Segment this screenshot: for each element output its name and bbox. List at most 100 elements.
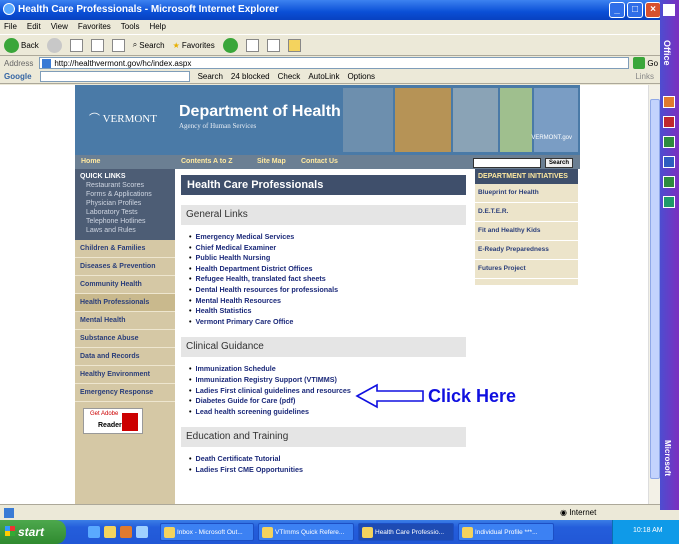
powerpoint-icon[interactable] (663, 96, 675, 108)
menu-tools[interactable]: Tools (121, 22, 140, 34)
mail-icon[interactable] (245, 38, 259, 52)
access-icon[interactable] (663, 116, 675, 128)
media-quicklaunch-icon[interactable] (136, 526, 148, 538)
list-item[interactable]: Health Department District Offices (189, 264, 470, 275)
quick-link-restaurant-scores[interactable]: Restaurant Scores (80, 182, 170, 189)
project-icon[interactable] (663, 196, 675, 208)
list-item[interactable]: Emergency Medical Services (189, 232, 470, 243)
scrollbar-thumb[interactable] (650, 99, 660, 479)
capitol-photo (534, 88, 578, 152)
search-button[interactable]: ⌕ Search (133, 40, 165, 50)
list-item[interactable]: Immunization Schedule (189, 364, 470, 375)
section-heading-general-links: General Links (181, 205, 466, 225)
adobe-reader-badge[interactable]: Get Adobe Reader (83, 408, 143, 434)
initiative-futures-project[interactable]: Futures Project (475, 260, 578, 279)
nav-healthy-environment[interactable]: Healthy Environment (75, 366, 175, 384)
menu-file[interactable]: File (4, 22, 17, 34)
list-item[interactable]: Health Statistics (189, 306, 470, 317)
list-item[interactable]: Ladies First CME Opportunities (189, 465, 470, 476)
initiative-deter[interactable]: D.E.T.E.R. (475, 203, 578, 222)
list-item[interactable]: Dental Health resources for professional… (189, 285, 470, 296)
stop-icon[interactable] (69, 38, 83, 52)
task-vtimms-quick-reference[interactable]: VTImms Quick Refere... (258, 523, 354, 541)
quick-link-forms[interactable]: Forms & Applications (80, 191, 170, 198)
site-search-button[interactable]: Search (545, 158, 573, 168)
favorites-button[interactable]: ★ Favorites (173, 41, 215, 50)
google-search-button[interactable]: Search (198, 72, 223, 81)
health-website: ⌒ VERMONT Department of Health Agency of… (75, 85, 580, 504)
nav-data-records[interactable]: Data and Records (75, 348, 175, 366)
list-item[interactable]: Chief Medical Examiner (189, 243, 470, 254)
initiative-e-ready[interactable]: E-Ready Preparedness (475, 241, 578, 260)
task-individual-profile[interactable]: Individual Profile ***... (458, 523, 554, 541)
nav-contents-a-to-z[interactable]: Contents A to Z (181, 158, 233, 165)
task-inbox-outlook[interactable]: Inbox - Microsoft Out... (160, 523, 254, 541)
minimize-button[interactable]: _ (609, 2, 625, 18)
refresh-icon[interactable] (90, 38, 104, 52)
nav-health-professionals[interactable]: Health Professionals (75, 294, 175, 312)
history-icon[interactable] (222, 37, 238, 53)
clock[interactable]: 10:18 AM (633, 527, 663, 534)
favorites-label: Favorites (181, 40, 215, 50)
nav-substance-abuse[interactable]: Substance Abuse (75, 330, 175, 348)
google-search-input[interactable] (39, 71, 190, 82)
spell-check-button[interactable]: Check (278, 72, 301, 81)
initiative-blueprint[interactable]: Blueprint for Health (475, 184, 578, 203)
list-item[interactable]: Death Certificate Tutorial (189, 454, 470, 465)
initiative-fit-healthy-kids[interactable]: Fit and Healthy Kids (475, 222, 578, 241)
nav-children-families[interactable]: Children & Families (75, 240, 175, 258)
vertical-scrollbar[interactable] (648, 85, 660, 504)
office-app-icon[interactable] (663, 4, 675, 16)
close-button[interactable]: × (645, 2, 661, 18)
folder-icon[interactable] (287, 38, 301, 52)
home-icon[interactable] (111, 38, 125, 52)
quick-link-telephone-hotlines[interactable]: Telephone Hotlines (80, 218, 170, 225)
nav-site-map[interactable]: Site Map (257, 158, 286, 165)
page-loaded-icon (4, 508, 14, 518)
menu-view[interactable]: View (51, 22, 68, 34)
quick-link-physician-profiles[interactable]: Physician Profiles (80, 200, 170, 207)
quick-link-laboratory-tests[interactable]: Laboratory Tests (80, 209, 170, 216)
go-button[interactable]: Go (633, 57, 658, 69)
list-item[interactable]: Vermont Primary Care Office (189, 317, 470, 328)
google-options-button[interactable]: Options (347, 72, 375, 81)
vermont-logo[interactable]: ⌒ VERMONT (89, 110, 157, 126)
menu-edit[interactable]: Edit (27, 22, 41, 34)
vermont-gov-logo[interactable]: VERMONT.gov (531, 135, 572, 141)
start-button[interactable]: start (0, 520, 66, 544)
links-label[interactable]: Links (635, 72, 654, 81)
list-item[interactable]: Mental Health Resources (189, 296, 470, 307)
outlook-quicklaunch-icon[interactable] (104, 526, 116, 538)
nav-mental-health[interactable]: Mental Health (75, 312, 175, 330)
forward-button[interactable] (46, 37, 62, 53)
site-search-input[interactable] (473, 158, 541, 168)
popup-blocked-counter[interactable]: 24 blocked (231, 72, 270, 81)
menu-favorites[interactable]: Favorites (78, 22, 111, 34)
address-bar: Address http://healthvermont.gov/hc/inde… (0, 56, 660, 70)
list-item[interactable]: Refugee Health, translated fact sheets (189, 274, 470, 285)
back-button[interactable]: Back (4, 37, 39, 53)
desktop-quicklaunch-icon[interactable] (120, 526, 132, 538)
autolink-button[interactable]: AutoLink (308, 72, 339, 81)
maximize-button[interactable]: □ (627, 2, 643, 18)
ie-quicklaunch-icon[interactable] (88, 526, 100, 538)
section-heading-clinical-guidance: Clinical Guidance (181, 337, 466, 358)
pdf-icon (122, 413, 138, 431)
publisher-icon[interactable] (663, 176, 675, 188)
address-input[interactable]: http://healthvermont.gov/hc/index.aspx (39, 57, 630, 69)
task-health-care-professionals[interactable]: Health Care Professio... (358, 523, 454, 541)
list-item[interactable]: Public Health Nursing (189, 253, 470, 264)
star-icon: ★ (172, 40, 180, 50)
nav-community-health[interactable]: Community Health (75, 276, 175, 294)
excel-icon[interactable] (663, 136, 675, 148)
nav-diseases-prevention[interactable]: Diseases & Prevention (75, 258, 175, 276)
system-tray: 10:18 AM (612, 520, 679, 544)
nav-contact-us[interactable]: Contact Us (301, 158, 338, 165)
nav-emergency-response[interactable]: Emergency Response (75, 384, 175, 402)
get-adobe-label: Get Adobe (90, 411, 119, 417)
menu-help[interactable]: Help (149, 22, 165, 34)
word-icon[interactable] (663, 156, 675, 168)
quick-link-laws-and-rules[interactable]: Laws and Rules (80, 227, 170, 234)
nav-home[interactable]: Home (81, 158, 100, 165)
print-icon[interactable] (266, 38, 280, 52)
